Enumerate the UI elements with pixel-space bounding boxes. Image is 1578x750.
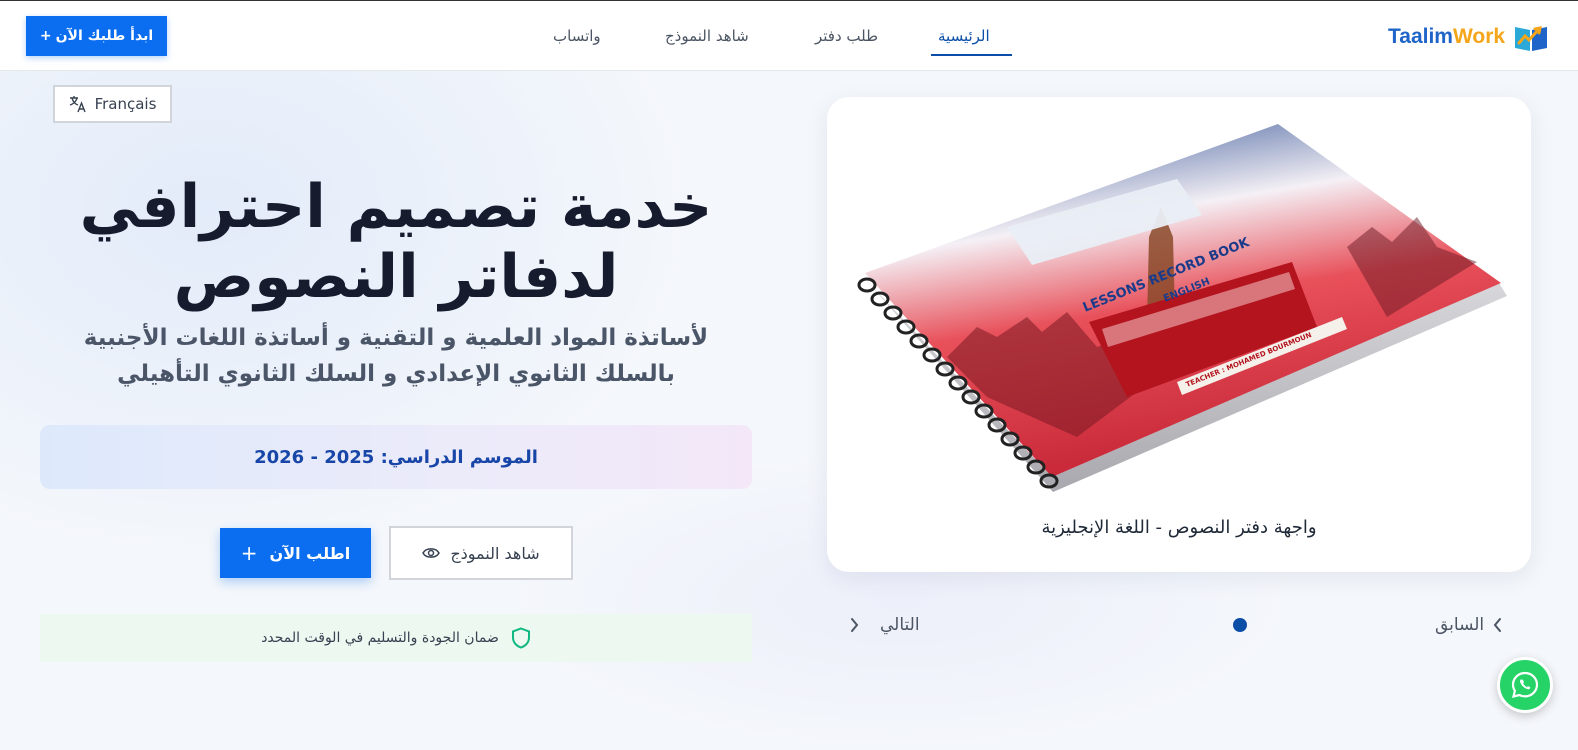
nav-active-indicator [931,54,1012,56]
hero-subtitle-line1: لأساتذة المواد العلمية و التقنية و أساتذ… [83,325,709,351]
carousel-prev-button[interactable]: السابق [1435,612,1504,638]
nav-view-sample[interactable]: شاهد النموذج [665,27,749,45]
carousel-caption: واجهة دفتر النصوص - اللغة الإنجليزية [1041,517,1317,538]
notebook-cover-image: LESSONS RECORD BOOK ENGLISH TEACHER : MO… [857,124,1507,492]
book-logo-icon [1515,26,1548,51]
quality-text: ضمان الجودة والتسليم في الوقت المحدد [261,630,499,646]
chevron-left-icon [851,618,859,632]
hero-title: خدمة تصميم احترافي لدفاتر النصوص [30,172,762,312]
nav-home[interactable]: الرئيسية [938,27,990,45]
language-toggle-button[interactable]: Français [53,85,172,123]
nav-order-notebook[interactable]: طلب دفتر [815,27,878,45]
carousel-card: LESSONS RECORD BOOK ENGLISH TEACHER : MO… [827,97,1531,572]
translate-icon [69,96,86,113]
plus-icon: + [240,541,258,565]
plus-icon: + [39,28,52,44]
order-now-button[interactable]: + اطلب الآن [220,528,371,578]
quality-guarantee: ضمان الجودة والتسليم في الوقت المحدد [40,614,752,662]
chevron-right-icon [1493,618,1502,632]
eye-icon [422,548,441,558]
hero-subtitle: لأساتذة المواد العلمية و التقنية و أساتذ… [30,320,762,392]
carousel-next-label: التالي [880,615,920,635]
nav-whatsapp[interactable]: واتساب [553,27,601,45]
carousel-dot-active[interactable] [1233,618,1247,632]
whatsapp-icon [1511,671,1539,699]
whatsapp-float-button[interactable] [1497,657,1553,713]
hero-title-line2: لدفاتر النصوص [173,242,619,312]
carousel-next-button[interactable]: التالي [848,612,920,638]
order-now-label: اطلب الآن [269,543,351,563]
language-label: Français [94,95,157,113]
start-order-button[interactable]: + ابدأ طلبك الآن [26,16,167,56]
brand-logo[interactable]: TaalimWork [1388,19,1549,55]
start-order-label: ابدأ طلبك الآن [55,28,154,44]
hero-title-line1: خدمة تصميم احترافي [79,172,713,242]
hero-subtitle-line2: بالسلك الثانوي الإعدادي و السلك الثانوي … [117,361,675,387]
school-season-banner: الموسم الدراسي: 2025 - 2026 [40,425,752,489]
brand-name: TaalimWork [1388,25,1506,48]
view-sample-button[interactable]: شاهد النموذج [389,526,573,580]
carousel-prev-label: السابق [1435,615,1485,635]
shield-icon [511,627,530,649]
view-sample-label: شاهد النموذج [450,543,540,563]
top-navbar: + ابدأ طلبك الآن واتساب شاهد النموذج طلب… [0,0,1578,71]
